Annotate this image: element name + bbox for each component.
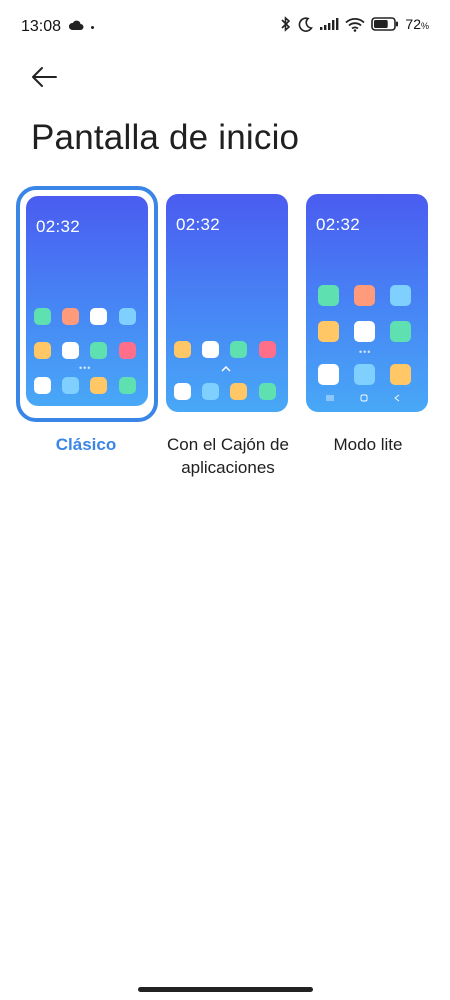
app-icon [62,308,79,325]
cloud-icon [68,20,84,30]
arrow-left-icon [32,67,57,87]
bluetooth-icon [281,16,291,32]
preview-clock: 02:32 [36,217,81,236]
back-button[interactable] [30,63,62,91]
app-icon [174,341,191,358]
app-icon [34,308,51,325]
app-icon [174,383,191,400]
nav-menu-icon [326,395,334,401]
app-icon [390,321,411,342]
wifi-icon [345,17,366,32]
battery-icon [371,17,399,31]
app-icon [34,377,51,394]
app-icon [230,383,247,400]
app-icon [34,342,51,359]
app-icon [318,285,339,306]
page-title: Pantalla de inicio [31,118,300,157]
app-icon [202,383,219,400]
status-bar: 13:08 72% [0,0,450,52]
page-dots: ••• [359,347,372,357]
status-icons: 72% [280,16,429,32]
app-icon [119,342,136,359]
nav-back-icon [394,394,400,402]
notification-dot [91,26,94,29]
app-icon [62,342,79,359]
preview-clasico: 02:32 ••• [26,196,148,406]
app-icon [318,321,339,342]
app-icon [354,285,375,306]
app-icon [354,364,375,385]
app-icon [90,377,107,394]
app-icon [119,308,136,325]
chevron-up-icon [221,366,231,372]
status-time: 13:08 [21,18,62,35]
page-dots: ••• [79,363,92,373]
battery-percent: 72% [405,16,429,32]
app-icon [259,341,276,358]
preview-cajon: 02:32 [166,194,288,412]
app-icon [202,341,219,358]
moon-icon [299,16,314,32]
app-icon [119,377,136,394]
preview-clock: 02:32 [316,215,361,234]
app-icon [390,364,411,385]
app-icon [90,308,107,325]
signal-icon [320,18,339,30]
nav-home-icon [360,394,368,402]
app-icon [390,285,411,306]
app-icon [259,383,276,400]
gesture-home-bar[interactable] [138,987,313,992]
preview-lite: 02:32 ••• [306,194,428,412]
app-icon [230,341,247,358]
preview-clock: 02:32 [176,215,221,234]
app-icon [62,377,79,394]
app-icon [90,342,107,359]
app-icon [354,321,375,342]
app-icon [318,364,339,385]
option-label-lite: Modo lite [333,435,403,454]
